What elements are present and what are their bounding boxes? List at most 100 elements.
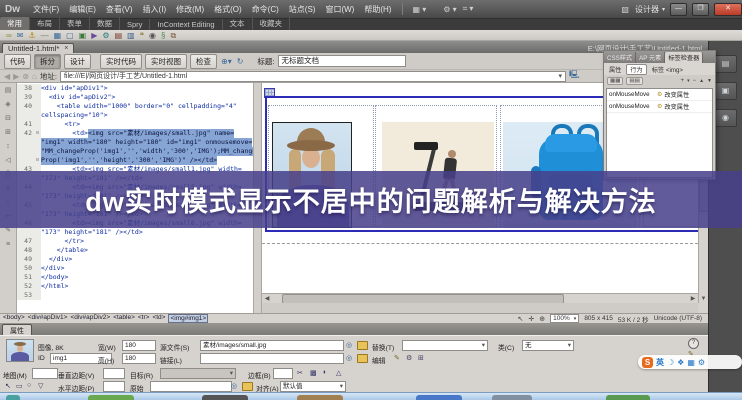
point-to-file-icon[interactable]: ◎ bbox=[346, 354, 352, 362]
scroll-down-icon[interactable]: ▼ bbox=[699, 296, 709, 302]
show-set-events-button[interactable]: ▦▦ bbox=[607, 77, 623, 85]
coding-tool-icon[interactable]: ✎ bbox=[5, 227, 11, 234]
menu-item[interactable]: 文件(F) bbox=[28, 2, 64, 17]
insert-tab[interactable]: 布局 bbox=[30, 17, 60, 30]
zoom-tool-icon[interactable]: ⊕ bbox=[539, 315, 545, 323]
scroll-right-icon[interactable]: ▶ bbox=[688, 295, 698, 302]
tag-crumb[interactable]: <tr> bbox=[138, 314, 150, 323]
collapse-marker-icon[interactable] bbox=[34, 138, 41, 147]
menu-item[interactable]: 查看(V) bbox=[101, 2, 138, 17]
scroll-left-icon[interactable]: ◀ bbox=[262, 295, 272, 302]
horizontal-scrollbar[interactable]: ◀ ▶ bbox=[262, 293, 698, 303]
coding-tool-icon[interactable]: ⊟ bbox=[5, 115, 11, 122]
taskbar-button[interactable] bbox=[297, 395, 343, 400]
insert-tab[interactable]: 收藏夹 bbox=[253, 17, 291, 30]
collapse-marker-icon[interactable] bbox=[34, 264, 41, 273]
email-link-icon[interactable]: ✉ bbox=[17, 31, 24, 40]
collapse-marker-icon[interactable] bbox=[34, 282, 41, 291]
snippets-panel-icon[interactable]: ◉ bbox=[715, 109, 737, 127]
height-field[interactable]: 180 bbox=[122, 353, 156, 364]
alt-field[interactable]: ▾ bbox=[402, 340, 488, 351]
document-tab[interactable]: Untitled-1.html* × bbox=[2, 43, 74, 53]
tag-crumb[interactable]: <img#img1> bbox=[168, 314, 208, 323]
insert-tab[interactable]: 常用 bbox=[0, 17, 30, 30]
menu-item[interactable]: 格式(O) bbox=[209, 2, 247, 17]
taskbar-button[interactable] bbox=[202, 395, 248, 400]
menu-item[interactable]: 命令(C) bbox=[247, 2, 284, 17]
coding-tool-icon[interactable]: ↕ bbox=[6, 143, 10, 150]
select-tool-icon[interactable]: ↖ bbox=[518, 315, 524, 323]
template-icon[interactable]: ⧉ bbox=[170, 31, 176, 40]
polygon-hotspot-icon[interactable]: ▽ bbox=[38, 382, 43, 390]
extend-icon[interactable]: ⚙ ▾ bbox=[443, 5, 456, 14]
hand-tool-icon[interactable]: ✛ bbox=[528, 315, 534, 323]
refresh-icon[interactable]: ↻ bbox=[237, 57, 244, 66]
named-anchor-icon[interactable]: ⚓ bbox=[28, 31, 35, 40]
design-view-button[interactable]: 设计 bbox=[64, 54, 91, 69]
chevron-down-icon[interactable]: ▾ bbox=[558, 72, 562, 81]
home-icon[interactable]: ⌂ bbox=[32, 72, 37, 81]
files-panel-icon[interactable]: ▤ bbox=[715, 55, 737, 73]
browser-monitor-icon[interactable]: 🖳 bbox=[569, 69, 580, 83]
menu-item[interactable]: 插入(I) bbox=[138, 2, 172, 17]
show-all-events-button[interactable]: ▤▤ bbox=[626, 77, 642, 85]
optimize-icon[interactable]: ⊞ bbox=[418, 354, 424, 362]
image-icon[interactable]: ▣ bbox=[79, 31, 87, 40]
rectangle-hotspot-icon[interactable]: ▭ bbox=[16, 382, 23, 390]
back-icon[interactable]: ◀ bbox=[4, 72, 10, 81]
layout-switcher-icon[interactable]: ▦ ▾ bbox=[412, 5, 426, 14]
tag-crumb[interactable]: <body> bbox=[3, 314, 25, 323]
scrollbar-thumb[interactable] bbox=[282, 294, 564, 304]
preview-globe-icon[interactable]: ⊕▾ bbox=[221, 57, 232, 66]
taskbar-button[interactable] bbox=[492, 395, 532, 400]
src-field[interactable]: 素材/images/small.jpg bbox=[200, 340, 344, 351]
collapse-marker-icon[interactable] bbox=[34, 291, 41, 300]
tag-crumb[interactable]: <div#apDiv1> bbox=[28, 314, 68, 323]
menu-item[interactable]: 修改(M) bbox=[171, 2, 209, 17]
point-to-file-icon[interactable]: ◎ bbox=[346, 341, 352, 349]
insert-div-icon[interactable]: ▢ bbox=[66, 31, 74, 40]
collapse-marker-icon[interactable]: ⊟ bbox=[34, 156, 41, 165]
coding-tool-icon[interactable]: ◈ bbox=[5, 101, 10, 108]
pointer-hotspot-icon[interactable]: ↖ bbox=[5, 382, 11, 390]
live-code-button[interactable]: 实时代码 bbox=[100, 54, 142, 69]
taskbar-button[interactable] bbox=[416, 395, 462, 400]
collapse-marker-icon[interactable] bbox=[34, 237, 41, 246]
collapse-marker-icon[interactable] bbox=[34, 273, 41, 282]
browse-folder-icon[interactable] bbox=[242, 382, 253, 391]
edit-settings-icon[interactable]: ⚙ bbox=[406, 354, 412, 362]
collapse-marker-icon[interactable] bbox=[34, 111, 41, 120]
code-view-button[interactable]: 代码 bbox=[4, 54, 31, 69]
date-icon[interactable]: ▤ bbox=[115, 31, 123, 40]
ime-language-toggle[interactable]: 英 bbox=[656, 357, 664, 368]
point-to-file-icon[interactable]: ◎ bbox=[231, 382, 237, 390]
target-select[interactable]: ▾ bbox=[160, 368, 236, 379]
map-field[interactable] bbox=[32, 368, 58, 379]
script-icon[interactable]: § bbox=[161, 31, 165, 40]
remove-behavior-button[interactable]: − bbox=[693, 78, 697, 84]
head-icon[interactable]: ◉ bbox=[149, 31, 156, 40]
restore-button[interactable]: ❐ bbox=[692, 3, 709, 16]
ime-halfwidth-icon[interactable]: ☽ bbox=[667, 358, 674, 367]
panel-tab[interactable]: 标签检查器 bbox=[665, 52, 703, 63]
widget-icon[interactable]: ⚙ bbox=[102, 31, 109, 40]
collapse-marker-icon[interactable]: ⊟ bbox=[34, 129, 41, 138]
tag-crumb[interactable]: <td> bbox=[152, 314, 165, 323]
browse-folder-icon[interactable] bbox=[357, 341, 368, 350]
ime-logo-icon[interactable]: S bbox=[642, 357, 653, 368]
address-field[interactable]: file:///E|/网页设计/手工艺/Untitled-1.html ▾ bbox=[60, 71, 566, 82]
coding-tool-icon[interactable]: ◁ bbox=[5, 157, 10, 164]
move-down-button[interactable]: ▼ bbox=[707, 78, 712, 84]
close-tab-icon[interactable]: × bbox=[64, 45, 68, 52]
width-field[interactable]: 180 bbox=[122, 340, 156, 351]
taskbar-button[interactable] bbox=[606, 395, 650, 400]
menu-item[interactable]: 编辑(E) bbox=[64, 2, 101, 17]
ime-settings-icon[interactable]: ⚙ bbox=[698, 358, 705, 367]
vspace-field[interactable] bbox=[103, 368, 125, 379]
panel-tab[interactable]: CSS样式 bbox=[604, 52, 636, 63]
behavior-row[interactable]: onMouseMove ⚙ 改变属性 bbox=[607, 89, 712, 101]
ime-keyboard-icon[interactable]: ▦ bbox=[687, 358, 695, 367]
edit-pencil-icon[interactable]: ✎ bbox=[394, 354, 400, 362]
horizontal-rule-icon[interactable]: ― bbox=[41, 31, 49, 40]
insert-tab[interactable]: 数据 bbox=[90, 17, 120, 30]
